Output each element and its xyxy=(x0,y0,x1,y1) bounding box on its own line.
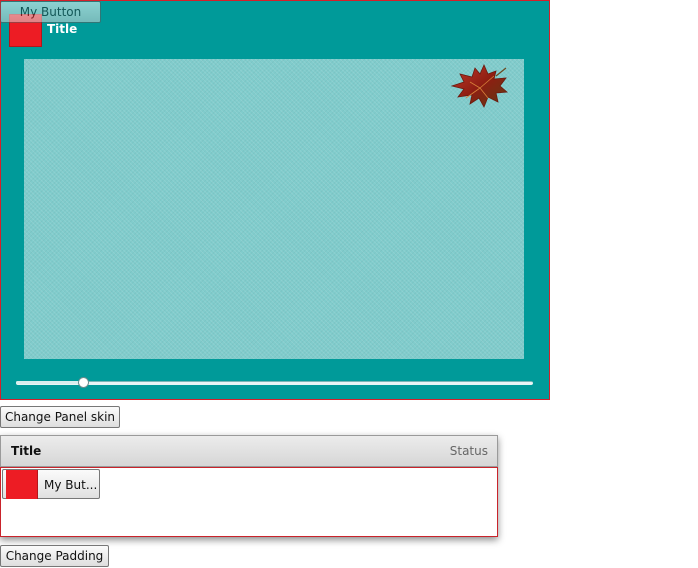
my-button[interactable]: My Button xyxy=(0,1,101,23)
maple-leaf-icon xyxy=(450,64,508,108)
button-icon-swatch xyxy=(6,470,38,499)
default-panel-status: Status xyxy=(449,444,488,458)
change-panel-skin-button[interactable]: Change Panel skin xyxy=(0,406,120,428)
change-padding-button[interactable]: Change Padding xyxy=(0,545,109,567)
skinned-panel-slider-track[interactable] xyxy=(16,381,533,385)
default-panel-header xyxy=(0,435,498,467)
default-panel-title: Title xyxy=(11,444,42,458)
skinned-panel-title: Title xyxy=(47,22,78,36)
panel-my-button-label: My But... xyxy=(44,478,98,492)
skinned-panel-slider-fill xyxy=(16,381,84,384)
